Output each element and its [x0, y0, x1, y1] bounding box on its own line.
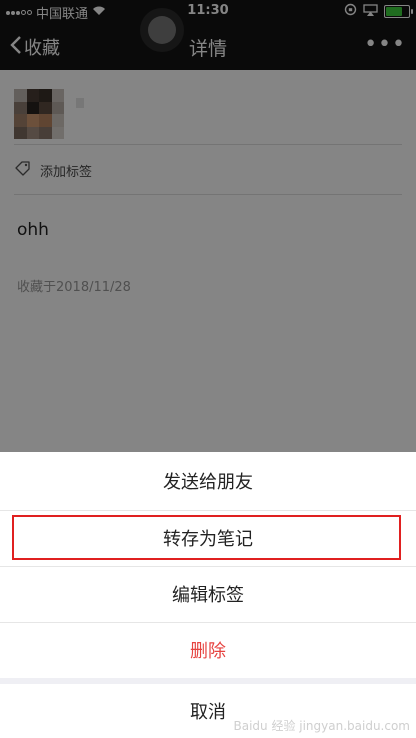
dim-overlay[interactable]	[0, 0, 416, 452]
highlight-box	[12, 515, 401, 560]
action-sheet: 发送给朋友 转存为笔记 编辑标签 删除 取消	[0, 452, 416, 738]
delete-button[interactable]: 删除	[0, 622, 416, 678]
edit-tags-button[interactable]: 编辑标签	[0, 566, 416, 622]
send-to-friend-button[interactable]: 发送给朋友	[0, 453, 416, 509]
watermark: Baidu 经验 jingyan.baidu.com	[233, 719, 410, 733]
